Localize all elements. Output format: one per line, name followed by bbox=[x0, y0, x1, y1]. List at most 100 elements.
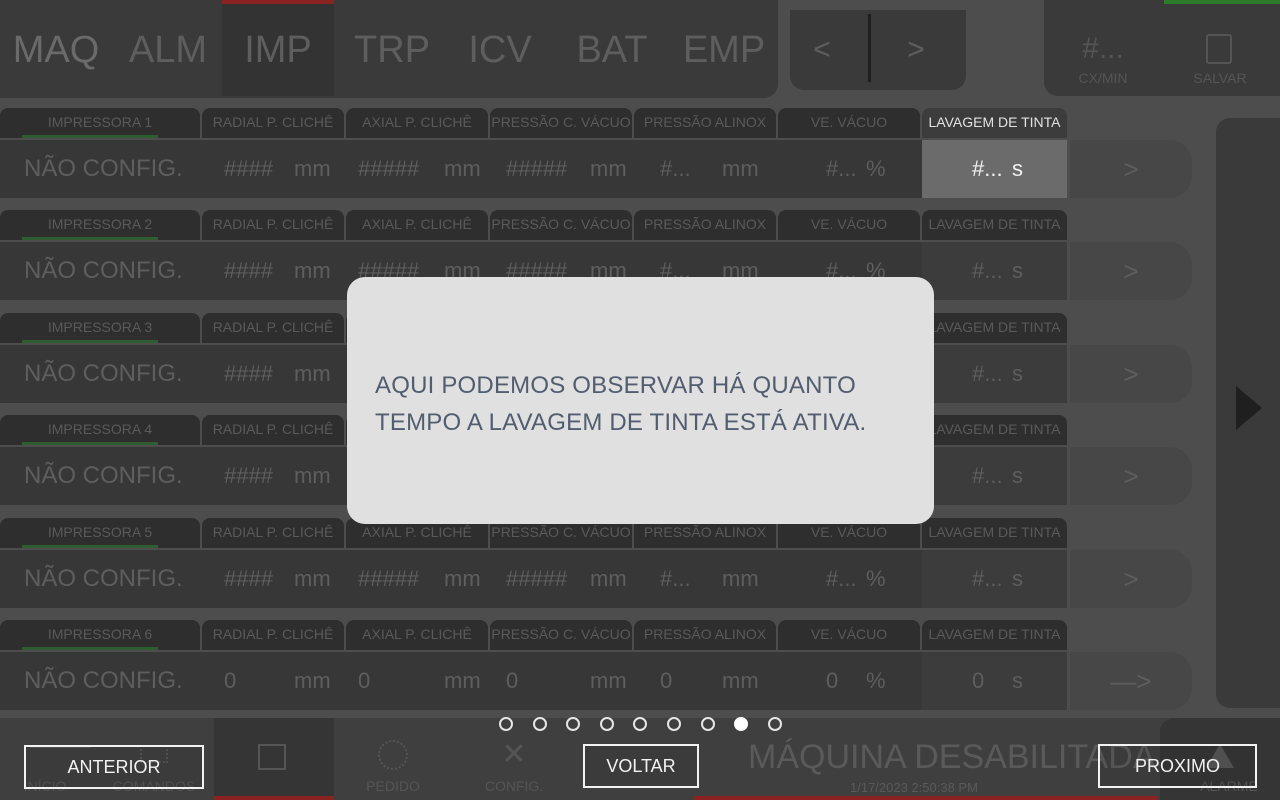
cell-unit: mm bbox=[444, 156, 481, 181]
printer-name-header: IMPRESSORA 3 bbox=[0, 313, 200, 343]
printer-status: NÃO CONFIG. bbox=[24, 155, 183, 182]
order-icon[interactable] bbox=[378, 740, 408, 770]
cell-unit: mm bbox=[444, 668, 481, 693]
pager-divider bbox=[868, 14, 871, 82]
cell-unit: s bbox=[1012, 258, 1023, 283]
printer-name-underline bbox=[22, 135, 158, 138]
cell-unit: mm bbox=[294, 156, 331, 181]
column-header: AXIAL P. CLICHÊ bbox=[346, 620, 488, 650]
cell-value: #... bbox=[826, 156, 857, 181]
column-header: RADIAL P. CLICHÊ bbox=[202, 415, 344, 445]
step-dot[interactable] bbox=[499, 717, 513, 731]
column-header: AXIAL P. CLICHÊ bbox=[346, 210, 488, 240]
cell-unit: s bbox=[1012, 566, 1023, 591]
tab-trp[interactable]: TRP bbox=[340, 22, 444, 78]
cell-unit: s bbox=[1012, 463, 1023, 488]
cell-unit: mm bbox=[294, 566, 331, 591]
printer-name-header: IMPRESSORA 1 bbox=[0, 108, 200, 138]
column-header: RADIAL P. CLICHÊ bbox=[202, 108, 344, 138]
order-label[interactable]: PEDIDO bbox=[350, 778, 436, 794]
active-nav-indicator bbox=[214, 796, 334, 800]
config-label[interactable]: CONFIG. bbox=[466, 778, 562, 794]
step-dot[interactable] bbox=[533, 717, 547, 731]
cell-value: #... bbox=[972, 156, 1003, 181]
printer-name-header: IMPRESSORA 5 bbox=[0, 518, 200, 548]
printer-status: NÃO CONFIG. bbox=[24, 667, 183, 694]
printer-detail-button[interactable]: > bbox=[1070, 550, 1192, 608]
printer-detail-button[interactable]: > bbox=[1070, 345, 1192, 403]
cell-value: 0 bbox=[358, 668, 371, 693]
cell-value: #### bbox=[224, 566, 273, 591]
cell-unit: s bbox=[1012, 361, 1023, 386]
tabs-prev-button[interactable]: < bbox=[800, 28, 844, 72]
step-dot[interactable] bbox=[600, 717, 614, 731]
cell-value: ##### bbox=[358, 566, 420, 591]
printer-name-header: IMPRESSORA 2 bbox=[0, 210, 200, 240]
step-dot[interactable] bbox=[768, 717, 782, 731]
column-header: PRESSÃO ALINOX bbox=[634, 108, 776, 138]
cell-value: ##### bbox=[506, 566, 568, 591]
printer-detail-button[interactable]: > bbox=[1070, 242, 1192, 300]
cell-unit: mm bbox=[294, 463, 331, 488]
tabs-next-button[interactable]: > bbox=[894, 28, 938, 72]
step-dot[interactable] bbox=[566, 717, 580, 731]
tab-emp[interactable]: EMP bbox=[672, 22, 776, 78]
next-step-button[interactable]: PROXIMO bbox=[1098, 744, 1257, 788]
cell-value: 0 bbox=[506, 668, 519, 693]
side-next-arrow-icon[interactable] bbox=[1236, 386, 1262, 430]
step-dot[interactable] bbox=[701, 717, 715, 731]
cell-unit: mm bbox=[294, 361, 331, 386]
printer-detail-button[interactable]: —> bbox=[1070, 652, 1192, 710]
printer-status: NÃO CONFIG. bbox=[24, 565, 183, 592]
step-dot[interactable] bbox=[734, 717, 748, 731]
cell-unit: s bbox=[1012, 668, 1023, 693]
cell-unit: mm bbox=[294, 258, 331, 283]
cell-value: #... bbox=[826, 566, 857, 591]
printer-detail-button[interactable]: > bbox=[1070, 140, 1192, 198]
column-header: LAVAGEM DE TINTA bbox=[922, 518, 1067, 548]
cell-value: ##### bbox=[358, 156, 420, 181]
previous-step-button[interactable]: ANTERIOR bbox=[24, 745, 204, 789]
tutorial-dialog: AQUI PODEMOS OBSERVAR HÁ QUANTO TEMPO A … bbox=[347, 277, 934, 524]
cell-unit: mm bbox=[590, 668, 627, 693]
tab-maq[interactable]: MAQ bbox=[8, 22, 104, 78]
tab-icv[interactable]: ICV bbox=[454, 22, 546, 78]
save-label[interactable]: SALVAR bbox=[1180, 70, 1260, 86]
active-tab-indicator bbox=[222, 0, 334, 4]
status-bar-line bbox=[694, 796, 1158, 800]
tab-alm[interactable]: ALM bbox=[118, 22, 218, 78]
step-dot[interactable] bbox=[633, 717, 647, 731]
back-button[interactable]: VOLTAR bbox=[583, 744, 699, 788]
rate-value: #... bbox=[1082, 32, 1124, 65]
column-header: PRESSÃO C. VÁCUO bbox=[490, 210, 632, 240]
cell-value: #... bbox=[660, 566, 691, 591]
cell-unit: % bbox=[866, 668, 886, 693]
cell-unit: mm bbox=[722, 566, 759, 591]
column-header: LAVAGEM DE TINTA bbox=[922, 210, 1067, 240]
printer-name-underline bbox=[22, 647, 158, 650]
cell-value: 0 bbox=[224, 668, 237, 693]
tab-bat[interactable]: BAT bbox=[562, 22, 662, 78]
cell-value: #... bbox=[972, 566, 1003, 591]
cell-unit: mm bbox=[590, 156, 627, 181]
cell-value: #### bbox=[224, 258, 273, 283]
cell-unit: % bbox=[866, 156, 886, 181]
tab-imp[interactable]: IMP bbox=[226, 22, 330, 78]
cell-value: 0 bbox=[660, 668, 673, 693]
printer-status: NÃO CONFIG. bbox=[24, 462, 183, 489]
cell-value: #... bbox=[972, 463, 1003, 488]
cell-value: #... bbox=[972, 258, 1003, 283]
column-header: PRESSÃO ALINOX bbox=[634, 620, 776, 650]
printer-name-underline bbox=[22, 237, 158, 240]
column-header: PRESSÃO ALINOX bbox=[634, 210, 776, 240]
cell-value: 0 bbox=[972, 668, 985, 693]
column-header: LAVAGEM DE TINTA bbox=[922, 620, 1067, 650]
cell-unit: mm bbox=[294, 668, 331, 693]
sd-card-icon[interactable] bbox=[1206, 34, 1232, 64]
grid-icon[interactable] bbox=[258, 744, 286, 770]
tutorial-message: AQUI PODEMOS OBSERVAR HÁ QUANTO TEMPO A … bbox=[375, 367, 915, 441]
tools-icon[interactable]: ✕ bbox=[496, 740, 532, 770]
step-dot[interactable] bbox=[667, 717, 681, 731]
printer-detail-button[interactable]: > bbox=[1070, 447, 1192, 505]
cell-unit: mm bbox=[590, 566, 627, 591]
